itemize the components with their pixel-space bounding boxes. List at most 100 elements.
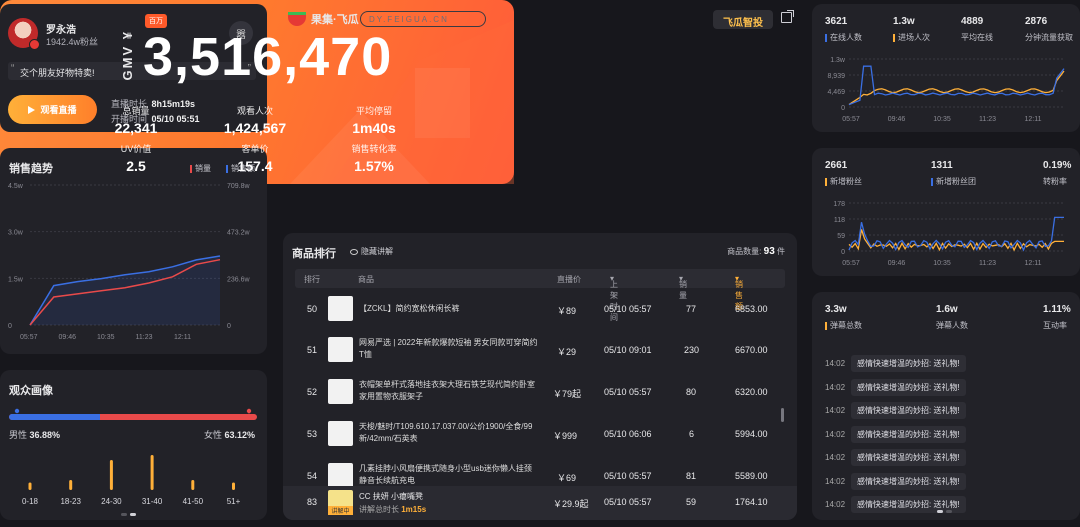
table-row[interactable]: 50 【ZCKL】简约宽松休闲长裤 ￥89 05/10 05:57 77 685… <box>283 290 797 328</box>
product-thumbnail[interactable] <box>328 379 353 404</box>
carousel-dots[interactable] <box>937 510 955 513</box>
product-name[interactable]: 天梭/魅时/T109.610.17.037.00/公价1900/全食/99新/4… <box>359 421 539 447</box>
comment-item: 14:02 感情快速增温的妙招: 送礼物! <box>825 449 966 466</box>
col-price[interactable]: 直播价 <box>557 274 581 285</box>
product-thumbnail[interactable]: 讲解中 <box>328 490 353 515</box>
explain-duration: 讲解总时长 1m15s <box>359 504 426 515</box>
hide-explain-toggle[interactable]: 隐藏讲解 <box>350 246 393 257</box>
comment-time: 14:02 <box>825 476 846 486</box>
kpi-label: 客单价 <box>241 144 269 154</box>
product-thumbnail[interactable] <box>328 296 353 321</box>
scrollbar-thumb[interactable] <box>781 408 784 422</box>
fans-stats-card: 2661 1311 0.19% 新增粉丝 新增粉丝团 转粉率 0 59 118 178… <box>812 148 1080 276</box>
amount: 1764.10 <box>735 497 768 507</box>
y-tick-label: 178 <box>833 201 845 208</box>
x-tick-label: 09:46 <box>59 334 77 341</box>
y-tick-label: 1.3w <box>830 57 846 64</box>
col-amount[interactable]: 销售额 ▾ <box>735 274 743 311</box>
x-tick-label: 05:57 <box>842 116 860 123</box>
sales: 230 <box>684 345 700 355</box>
kpi-avg-stay: 平均停留 1m40s <box>319 104 429 136</box>
comment-text: 感情快速增温的妙招: 送礼物! <box>851 519 966 520</box>
y-tick-label: 59 <box>837 233 845 240</box>
product-thumbnail[interactable] <box>328 337 353 362</box>
product-count-unit: 件 <box>777 247 785 256</box>
price: ￥69 <box>557 473 577 483</box>
current-explaining-row[interactable]: 83 讲解中 CC 扶妍 小瘪嘴凳 讲解总时长 1m15s ￥29.9起 05/… <box>283 486 797 520</box>
x-tick-label: 11:23 <box>136 334 153 341</box>
interaction-rate: 1.11% <box>1043 304 1071 315</box>
product-thumbnail[interactable] <box>328 463 353 488</box>
col-rank: 排行 <box>304 275 320 284</box>
col-sales[interactable]: 销量 ▾ <box>679 274 687 300</box>
age-distribution-chart[interactable]: 0-18 18-23 24-30 31-40 41-50 51+ <box>0 370 267 520</box>
explaining-tag: 讲解中 <box>328 506 353 515</box>
feigua-zhitou-button[interactable]: 飞瓜智投 <box>713 10 773 29</box>
barrage-total-legend[interactable]: 弹幕总数 <box>825 320 862 331</box>
y-tick-label: 4,469 <box>827 89 845 96</box>
product-name[interactable]: 网易严选 | 2022年新款爆款短袖 男女同款可穿简约T恤 <box>359 337 539 363</box>
y-right-tick-label: 236.6w <box>227 276 251 283</box>
sales: 81 <box>686 471 697 481</box>
sales: 77 <box>686 304 697 314</box>
online-trend-chart[interactable]: 0 4,469 8,939 1.3w 05:57 09:46 10:35 11:23 12:11 <box>812 4 1080 132</box>
table-row[interactable]: 53 天梭/魅时/T109.610.17.037.00/公价1900/全食/99… <box>283 415 797 453</box>
kpi-value: 1.57% <box>354 158 394 174</box>
hide-explain-label: 隐藏讲解 <box>361 247 393 256</box>
kpi-avg-order: 客单价 157.4 <box>200 142 310 174</box>
comment-time: 14:02 <box>825 453 846 462</box>
comment-item: 14:02 感情快速增温的妙招: 送礼物! <box>825 402 966 419</box>
comment-time: 14:02 <box>825 429 846 439</box>
series-line <box>848 70 1065 106</box>
y-tick-label: 0 <box>8 323 12 330</box>
listed-time: 05/10 05:57 <box>604 304 652 314</box>
y-tick-label: 118 <box>834 217 845 224</box>
product-name[interactable]: 【ZCKL】简约宽松休闲长裤 <box>359 296 539 322</box>
explain-duration-value: 1m15s <box>401 505 427 514</box>
y-right-tick-label: 709.8w <box>227 183 251 190</box>
rank: 83 <box>307 497 318 507</box>
comment-text: 感情快速增温的妙招: 送礼物! <box>851 402 966 419</box>
rank: 52 <box>307 387 318 397</box>
x-tick-label: 12:11 <box>1025 116 1042 123</box>
amount: 6320.00 <box>735 387 768 397</box>
carousel-dots[interactable] <box>121 513 139 516</box>
price: ￥29 <box>557 347 577 357</box>
age-label: 41-50 <box>183 497 204 506</box>
comment-item: 14:02 感情快速增温的妙招: 送礼物! <box>825 472 966 490</box>
table-header: 排行 商品 直播价 上架时间 ▾ 销量 ▾ 销售额 ▾ <box>295 269 785 322</box>
y-tick-label: 4.5w <box>8 183 24 190</box>
kpi-uv-value: UV价值 2.5 <box>81 142 191 174</box>
age-label: 0-18 <box>22 497 39 506</box>
age-bar <box>191 480 195 490</box>
product-ranking-title: 商品排行 <box>292 248 336 260</box>
price: ￥89 <box>557 306 577 316</box>
col-time[interactable]: 上架时间 ▾ <box>610 274 618 322</box>
fans-trend-chart[interactable]: 0 59 118 178 05:57 09:46 10:35 11:23 12:11 <box>812 148 1080 276</box>
age-label: 51+ <box>227 497 241 506</box>
price: ￥29.9起 <box>553 499 589 509</box>
x-tick-label: 09:46 <box>888 260 906 267</box>
sales: 59 <box>686 497 697 507</box>
explain-duration-label: 讲解总时长 <box>359 505 399 514</box>
comment-time: 14:02 <box>825 359 846 368</box>
product-thumbnail[interactable] <box>328 421 353 446</box>
external-link-icon[interactable] <box>781 10 794 23</box>
table-row[interactable]: 51 网易严选 | 2022年新款爆款短袖 男女同款可穿简约T恤 ￥29 05/… <box>283 331 797 369</box>
gmv-value: 3,516,470 <box>143 27 393 87</box>
kpi-value: 2.5 <box>126 158 146 174</box>
barrage-users: 1.6w <box>936 304 958 315</box>
y-tick-label: 0 <box>841 249 845 256</box>
age-bar <box>69 480 73 490</box>
kpi-value: 157.4 <box>237 158 273 174</box>
y-tick-label: 1.5w <box>8 276 24 283</box>
product-name[interactable]: 衣帽架单杆式落地挂衣架大理石铁艺现代简约卧室家用置物衣服架子 <box>359 379 539 405</box>
online-stats-card: 3621 1.3w 4889 2876 在线人数 进场人次 平均在线 分钟流量获… <box>812 4 1080 132</box>
product-count: 商品数量: 93 件 <box>727 246 785 257</box>
product-name[interactable]: CC 扶妍 小瘪嘴凳 <box>359 491 423 502</box>
x-tick-label: 11:23 <box>979 260 996 267</box>
product-count-label: 商品数量: <box>727 247 762 256</box>
age-bar <box>150 455 154 490</box>
table-row[interactable]: 52 衣帽架单杆式落地挂衣架大理石铁艺现代简约卧室家用置物衣服架子 ￥79起 0… <box>283 373 797 411</box>
age-bar <box>232 482 235 490</box>
